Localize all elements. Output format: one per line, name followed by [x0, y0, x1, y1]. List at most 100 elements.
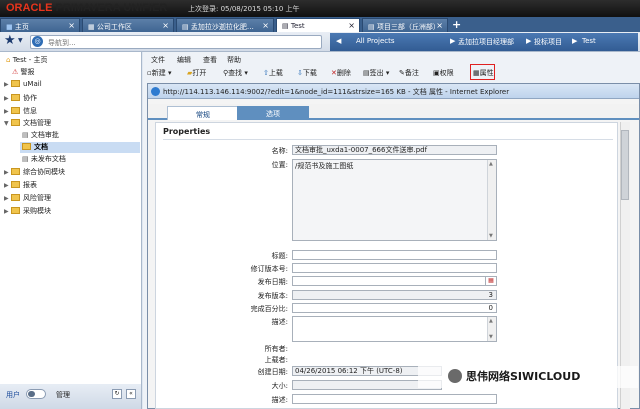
expand-arrow-icon[interactable]: ▶ [4, 108, 11, 115]
sidebar-item-risk[interactable]: ▶ 风险管理 [4, 193, 51, 204]
menu-view[interactable]: 查看 [203, 55, 217, 65]
sidebar-item-document-approval[interactable]: ▤ 文档审批 [22, 130, 59, 141]
expand-arrow-icon[interactable]: ▶ [4, 81, 11, 88]
scroll-down-icon[interactable]: ▼ [489, 334, 493, 340]
calendar-icon[interactable]: ▦ [485, 276, 497, 286]
delete-button[interactable]: ✕删除 [331, 68, 351, 78]
sidebar-item-collaboration[interactable]: ▶ 协作 [4, 93, 37, 104]
sidebar-item-documents[interactable]: 文档 [20, 142, 140, 153]
breadcrumb-separator: ▶ [572, 37, 578, 45]
tab-project-bangladesh[interactable]: ▤ 孟加拉沙迦拉化肥… × [176, 18, 274, 32]
menu-file[interactable]: 文件 [151, 55, 165, 65]
user-mode-label[interactable]: 用户 [6, 390, 20, 400]
chevron-down-icon[interactable]: ▼ [18, 37, 23, 44]
sidebar-item-unpublished[interactable]: ▤ 未发布文档 [22, 154, 66, 165]
breadcrumb-bid-project[interactable]: 投标项目 [534, 37, 562, 47]
close-icon[interactable]: × [68, 21, 75, 30]
description-field[interactable]: ▲ ▼ [292, 316, 497, 342]
close-icon[interactable]: × [262, 21, 269, 30]
breadcrumb-test[interactable]: Test [582, 37, 596, 45]
refresh-icon[interactable]: ↻ [112, 389, 122, 399]
tab-general[interactable]: 常规 [167, 106, 239, 120]
issue-date-field[interactable] [292, 276, 497, 286]
percent-complete-field[interactable]: 0 [292, 303, 497, 313]
menu-edit[interactable]: 编辑 [177, 55, 191, 65]
mode-toggle[interactable] [26, 389, 46, 399]
home-icon: ■ [6, 23, 13, 31]
percent-complete-label: 完成百分比: [250, 305, 288, 313]
sidebar-item-procurement[interactable]: ▶ 采购模块 [4, 206, 51, 217]
tab-test[interactable]: ▤ Test × [276, 18, 360, 32]
title-label: 标题: [271, 252, 288, 260]
breadcrumb: ◀ All Projects ▶ 孟加拉项目经理部 ▶ 投标项目 ▶ Test [330, 33, 638, 51]
expand-arrow-icon[interactable]: ▶ [4, 95, 11, 102]
checkout-button[interactable]: ▤签出 ▾ [363, 68, 389, 78]
alert-icon: ⚠ [12, 68, 19, 76]
expand-arrow-icon[interactable]: ▶ [4, 208, 11, 215]
sidebar-item-integrated-module[interactable]: ▶ 综合协同模块 [4, 167, 65, 178]
issue-version-label: 发布版本: [257, 292, 288, 300]
button-label: 新建 [151, 69, 166, 77]
download-button[interactable]: ⇩下载 [297, 68, 317, 78]
scroll-up-icon[interactable]: ▲ [489, 161, 493, 167]
close-icon[interactable]: × [436, 21, 443, 30]
breadcrumb-all-projects[interactable]: All Projects [356, 37, 395, 45]
window-title: http://114.113.146.114:9002/?edit=1&node… [163, 88, 510, 96]
scroll-down-icon[interactable]: ▼ [489, 233, 493, 239]
scrollbar[interactable]: ▲ ▼ [487, 160, 496, 240]
description2-label: 描述: [271, 396, 288, 404]
sidebar-item-alerts[interactable]: ⚠ 警报 [12, 67, 35, 78]
tab-home[interactable]: ■ 主页 × [0, 18, 80, 32]
tab-label: 公司工作区 [96, 23, 132, 31]
size-label: 大小: [271, 382, 288, 390]
building-icon: ▦ [88, 23, 95, 31]
revision-field[interactable] [292, 263, 497, 273]
scrollbar[interactable]: ▲ ▼ [487, 317, 496, 341]
issue-version-field: 3 [292, 290, 497, 300]
document-icon: ▤ [22, 155, 29, 163]
back-arrow-icon[interactable]: ◀ [336, 37, 341, 45]
upload-button[interactable]: ⇧上载 [263, 68, 283, 78]
favorites-star-icon[interactable]: ★ [4, 33, 16, 48]
nav-search-input[interactable] [48, 37, 318, 48]
sidebar-item-document-management[interactable]: ▼ 文档管理 [4, 118, 51, 129]
ie-icon [151, 87, 160, 96]
menu-help[interactable]: 帮助 [227, 55, 241, 65]
sidebar-item-umail[interactable]: ▶ uMail [4, 80, 42, 91]
permissions-icon: ▣ [433, 69, 440, 77]
house-icon: ⌂ [6, 56, 11, 64]
expand-arrow-icon[interactable]: ▶ [4, 195, 11, 202]
button-label: 查找 [228, 69, 243, 77]
close-icon[interactable]: × [348, 21, 355, 30]
admin-mode-label[interactable]: 管理 [56, 390, 70, 400]
close-icon[interactable]: × [162, 21, 169, 30]
tab-project-dept3[interactable]: ▤ 项目三部（丘洲部） × [362, 18, 448, 32]
breadcrumb-pm-dept[interactable]: 孟加拉项目经理部 [458, 37, 514, 47]
find-button[interactable]: ⚲查找 ▾ [223, 68, 248, 78]
collapse-panel-icon[interactable]: « [126, 389, 136, 399]
permissions-button[interactable]: ▣权限 [433, 68, 454, 78]
tab-company-workspace[interactable]: ▦ 公司工作区 × [82, 18, 174, 32]
scroll-up-icon[interactable]: ▲ [489, 318, 493, 324]
add-tab-button[interactable]: + [452, 18, 461, 31]
sidebar-item-info[interactable]: ▶ 信息 [4, 106, 37, 117]
title-field[interactable] [292, 250, 497, 260]
folder-icon: ▤ [282, 22, 289, 30]
sidebar-item-label: 报表 [23, 181, 37, 189]
expand-arrow-icon[interactable]: ▶ [4, 182, 11, 189]
sidebar-item-reports[interactable]: ▶ 报表 [4, 180, 37, 191]
sidebar-item-test-home[interactable]: ⌂ Test - 主页 [6, 55, 47, 66]
button-label: 签出 [369, 69, 384, 77]
scrollbar-thumb[interactable] [621, 130, 629, 200]
comment-button[interactable]: ✎备注 [399, 68, 419, 78]
new-button[interactable]: ▫新建 ▾ [147, 68, 172, 78]
collapse-arrow-icon[interactable]: ▼ [4, 120, 11, 127]
open-button[interactable]: ▰打开 [187, 68, 206, 78]
button-label: 下载 [302, 69, 317, 77]
document-icon: ▤ [22, 131, 29, 139]
expand-arrow-icon[interactable]: ▶ [4, 169, 11, 176]
sidebar-item-label: 未发布文档 [30, 155, 66, 163]
tab-options[interactable]: 选项 [237, 106, 309, 120]
sidebar-item-label: Test - 主页 [12, 56, 48, 64]
description2-field[interactable] [292, 394, 497, 404]
